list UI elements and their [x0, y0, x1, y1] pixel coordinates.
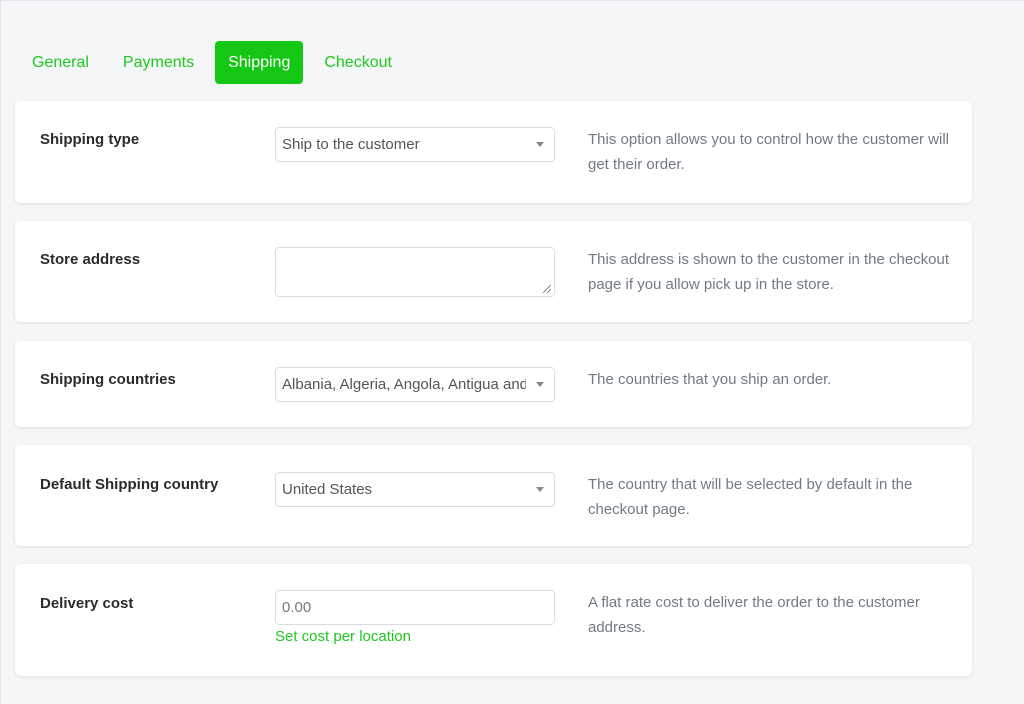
tab-payments[interactable]: Payments: [110, 41, 207, 84]
shipping-countries-help: The countries that you ship an order.: [588, 371, 832, 388]
default-country-help: The country that will be selected by def…: [588, 476, 913, 518]
delivery-cost-card: Delivery cost 0.00 Set cost per location…: [15, 564, 972, 676]
delivery-cost-help: A flat rate cost to deliver the order to…: [588, 594, 920, 636]
default-country-select[interactable]: United States: [275, 472, 555, 507]
delivery-cost-placeholder: 0.00: [282, 599, 312, 616]
store-address-textarea[interactable]: [275, 247, 555, 297]
shipping-type-label: Shipping type: [40, 131, 140, 148]
default-country-value: United States: [282, 481, 373, 498]
chevron-down-icon: [536, 487, 544, 492]
settings-tabs: General Payments Shipping Checkout: [19, 41, 413, 84]
settings-page: General Payments Shipping Checkout Shipp…: [0, 0, 1024, 704]
tab-general[interactable]: General: [19, 41, 102, 84]
tab-shipping[interactable]: Shipping: [215, 41, 304, 84]
delivery-cost-input[interactable]: 0.00: [275, 590, 555, 625]
shipping-type-value: Ship to the customer: [282, 136, 420, 153]
shipping-type-card: Shipping type Ship to the customer This …: [15, 101, 972, 203]
default-country-card: Default Shipping country United States T…: [15, 445, 972, 546]
store-address-label: Store address: [40, 251, 141, 268]
tab-checkout[interactable]: Checkout: [311, 41, 405, 84]
delivery-cost-label: Delivery cost: [40, 595, 134, 612]
store-address-help: This address is shown to the customer in…: [588, 251, 950, 293]
shipping-type-select[interactable]: Ship to the customer: [275, 127, 555, 162]
set-cost-per-location-link[interactable]: Set cost per location: [275, 628, 411, 645]
store-address-card: Store address This address is shown to t…: [15, 221, 972, 322]
shipping-type-help: This option allows you to control how th…: [588, 131, 949, 173]
shipping-countries-label: Shipping countries: [40, 371, 176, 388]
resize-handle-icon[interactable]: [542, 284, 551, 293]
shipping-countries-card: Shipping countries Albania, Algeria, Ang…: [15, 341, 972, 427]
shipping-countries-select[interactable]: Albania, Algeria, Angola, Antigua and: [275, 367, 555, 402]
chevron-down-icon: [536, 142, 544, 147]
chevron-down-icon: [536, 382, 544, 387]
shipping-countries-value: Albania, Algeria, Angola, Antigua and: [282, 376, 526, 393]
default-country-label: Default Shipping country: [40, 476, 219, 493]
